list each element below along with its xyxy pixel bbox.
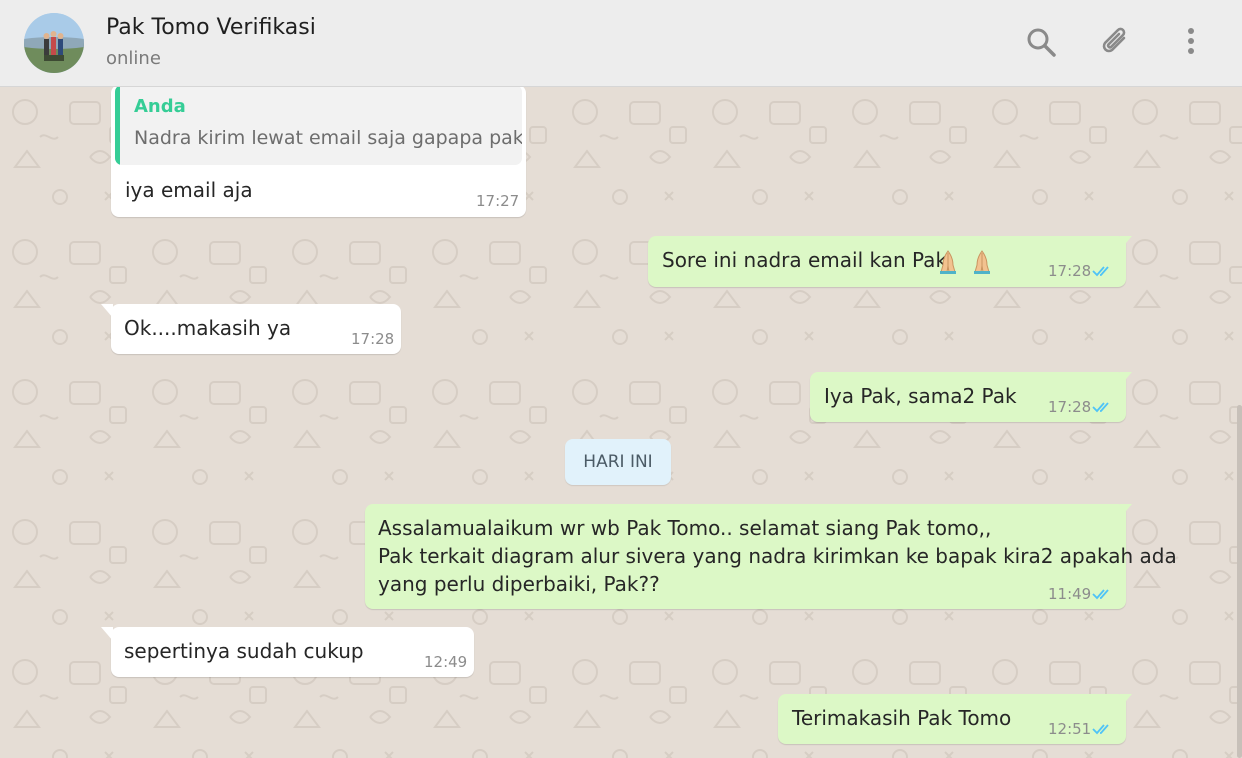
message-time: 12:51 (1048, 720, 1092, 738)
message-bubble-outgoing[interactable]: Assalamualaikum wr wb Pak Tomo.. selamat… (365, 504, 1177, 609)
message-text: iya email aja (125, 178, 253, 202)
read-ticks-icon (1092, 266, 1109, 277)
bubble-tail (1120, 504, 1132, 518)
message-text: sepertinya sudah cukup (124, 639, 364, 663)
message-bubble-outgoing[interactable]: Sore ini nadra email kan Pak 17:28 (648, 236, 1132, 287)
search-icon[interactable] (1023, 24, 1059, 60)
quoted-message[interactable]: Anda Nadra kirim lewat email saja gapapa… (115, 87, 522, 165)
quote-text: Nadra kirim lewat email saja gapapa pak?… (134, 127, 522, 149)
message-bubble-incoming[interactable]: sepertinya sudah cukup 12:49 (101, 627, 474, 677)
folded-hands-emoji (940, 250, 956, 274)
message-time: 17:28 (1048, 398, 1092, 416)
message-time: 11:49 (1048, 585, 1092, 603)
message-bubble-outgoing[interactable]: Terimakasih Pak Tomo 12:51 (778, 694, 1132, 744)
bubble-tail (1120, 372, 1132, 386)
attach-icon[interactable] (1097, 24, 1133, 60)
message-bubble-incoming[interactable]: Ok....makasih ya 17:28 (101, 304, 401, 354)
date-separator: HARI INI (565, 439, 671, 485)
message-time: 12:49 (424, 653, 468, 671)
message-text-line: Pak terkait diagram alur sivera yang nad… (378, 544, 1177, 568)
folded-hands-emoji (974, 250, 990, 274)
more-menu-icon[interactable] (1173, 24, 1209, 60)
quote-author: Anda (134, 96, 186, 117)
message-text: Iya Pak, sama2 Pak (824, 384, 1017, 408)
message-time: 17:28 (351, 330, 395, 348)
message-text-line: Assalamualaikum wr wb Pak Tomo.. selamat… (378, 516, 992, 540)
message-text: Sore ini nadra email kan Pak (662, 248, 948, 272)
contact-name[interactable]: Pak Tomo Verifikasi (106, 15, 316, 40)
message-bubble-incoming[interactable]: Anda Nadra kirim lewat email saja gapapa… (111, 87, 526, 217)
scrollbar[interactable] (1237, 405, 1242, 758)
read-ticks-icon (1092, 402, 1109, 413)
message-text: Terimakasih Pak Tomo (792, 706, 1012, 730)
message-text: Ok....makasih ya (124, 316, 292, 340)
contact-status: online (106, 48, 161, 69)
message-list[interactable]: Anda Nadra kirim lewat email saja gapapa… (0, 87, 1242, 758)
quote-accent-bar (115, 87, 120, 165)
message-time: 17:28 (1048, 262, 1092, 280)
avatar-photo (24, 13, 84, 73)
message-text-line: yang perlu diperbaiki, Pak?? (378, 572, 660, 596)
message-time: 17:27 (476, 192, 520, 210)
read-ticks-icon (1092, 724, 1109, 735)
read-ticks-icon (1092, 589, 1109, 600)
bubble-tail (1120, 236, 1132, 250)
bubble-tail (101, 304, 113, 318)
message-bubble-outgoing[interactable]: Iya Pak, sama2 Pak 17:28 (810, 372, 1132, 422)
chat-header: Pak Tomo Verifikasi online (0, 0, 1242, 87)
bubble-tail (1120, 694, 1132, 708)
bubble-tail (101, 627, 113, 641)
contact-avatar[interactable] (24, 13, 84, 73)
